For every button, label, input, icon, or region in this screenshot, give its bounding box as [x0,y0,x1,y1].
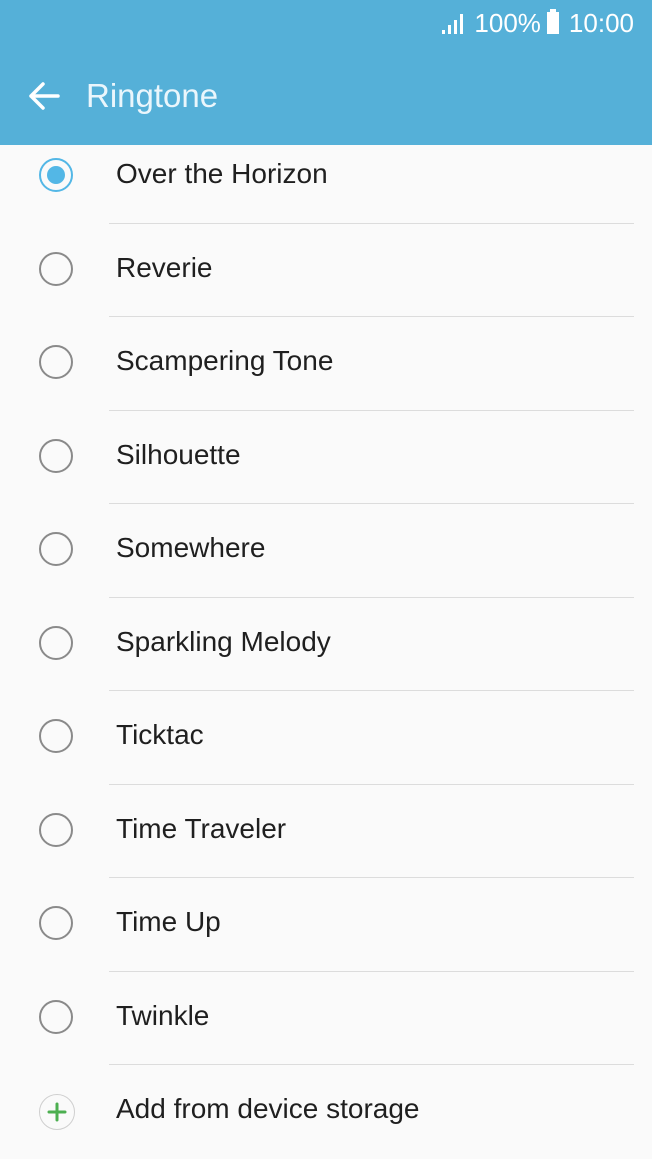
ringtone-item[interactable]: Over the Horizon [0,130,652,224]
ringtone-label: Twinkle [116,999,210,1031]
radio-button-selected[interactable] [39,158,73,192]
ringtone-item[interactable]: Time Traveler [0,785,652,878]
header-bar: 100% 10:00 Ringtone [0,0,652,145]
radio-button[interactable] [39,812,73,847]
clock: 10:00 [568,7,634,38]
back-arrow-icon [29,82,60,110]
ringtone-item[interactable]: Scampering Tone [0,317,652,411]
ringtone-label: Sparkling Melody [116,625,331,657]
ringtone-label: Over the Horizon [116,158,328,189]
app-bar: Ringtone [0,60,652,132]
battery-icon [546,9,559,34]
ringtone-item[interactable]: Sparkling Melody [0,598,652,691]
ringtone-item[interactable]: Twinkle [0,972,652,1065]
signal-icon [442,14,464,34]
battery-percent: 100% [474,7,541,38]
ringtone-item[interactable]: Reverie [0,224,652,317]
radio-button[interactable] [39,438,73,473]
plus-icon [39,1094,75,1130]
ringtone-label: Scampering Tone [116,345,334,376]
ringtone-label: Reverie [116,251,213,283]
ringtone-list: Over the Horizon Reverie Scampering Tone… [0,130,652,1158]
status-bar: 100% 10:00 [442,6,634,40]
radio-button[interactable] [39,906,73,940]
add-from-storage-button[interactable]: Add from device storage [0,1065,652,1158]
ringtone-item[interactable]: Time Up [0,878,652,972]
ringtone-label: Time Up [116,906,221,937]
ringtone-item[interactable]: Silhouette [0,411,652,504]
ringtone-label: Somewhere [116,532,266,563]
ringtone-label: Silhouette [116,438,241,470]
ringtone-label: Time Traveler [116,812,287,844]
radio-button[interactable] [39,345,73,379]
ringtone-item[interactable]: Somewhere [0,504,652,598]
ringtone-item[interactable]: Ticktac [0,691,652,785]
radio-button[interactable] [39,625,73,660]
radio-button[interactable] [39,532,73,566]
ringtone-label: Ticktac [116,719,204,750]
back-button[interactable] [24,76,64,116]
page-title: Ringtone [86,77,219,114]
add-from-storage-label: Add from device storage [116,1093,420,1124]
radio-button[interactable] [39,719,73,753]
radio-button[interactable] [39,999,73,1034]
radio-button[interactable] [39,251,73,286]
